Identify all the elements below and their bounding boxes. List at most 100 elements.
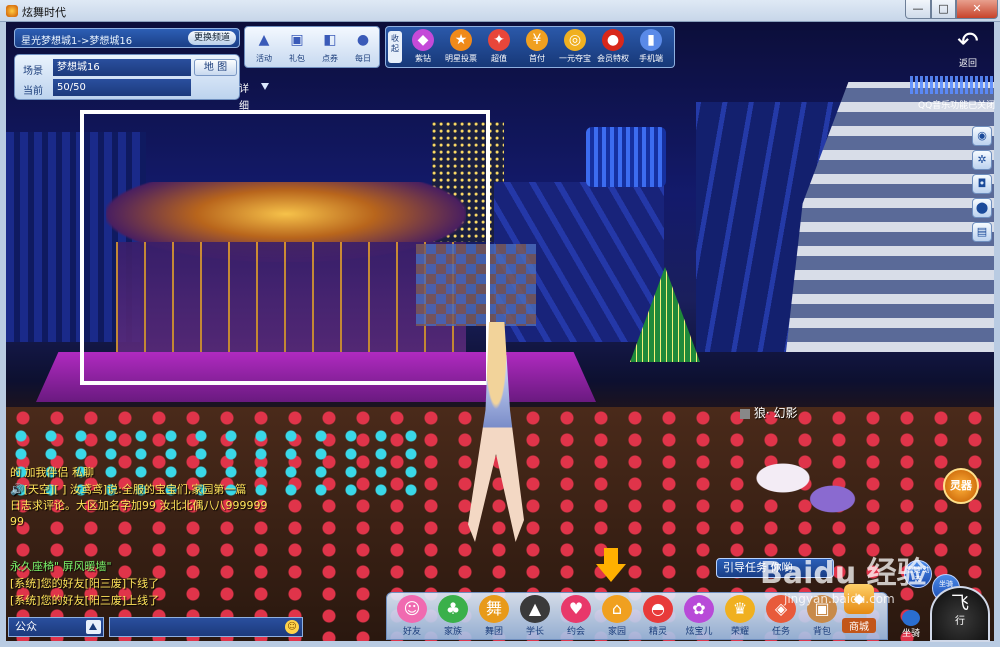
feature-item-6[interactable]: ▮ 手机端: [634, 29, 668, 67]
chat-input-bar: 公众 ☺: [8, 616, 304, 638]
chat-line: 🔊[天空][ ] 汝鸢鸢]说:全服的宝宝们,家园第一篇: [10, 483, 247, 496]
app-logo-icon: [6, 5, 18, 17]
feature-item-label: 紫钻: [415, 54, 431, 63]
menu-item-label: 活动: [256, 54, 272, 63]
qq-vip-icon: ●: [602, 29, 624, 51]
heart-pulse-icon: ♥: [561, 595, 591, 623]
chat-channel-value: 公众: [15, 620, 37, 633]
chat-line: 日志求评论。大区加名字加99 汝北北偶八八999999: [10, 499, 268, 512]
pet-name: 狼· 幻影: [753, 406, 798, 420]
baidu-watermark-url: jingyan.baidu.com: [784, 592, 895, 606]
mount-icon: [902, 610, 920, 626]
window-titlebar: 炫舞时代 — □ ✕: [0, 0, 1000, 22]
feature-item-1[interactable]: ★ 明星投票: [444, 29, 478, 67]
map-button[interactable]: 地 图: [194, 59, 237, 76]
home-house-icon: ⌂: [602, 595, 632, 623]
change-channel-button[interactable]: 更换频道: [187, 31, 236, 45]
feature-item-2[interactable]: ✦ 超值: [482, 29, 516, 67]
wardrobe-icon[interactable]: ◉: [972, 126, 992, 146]
chat-system-line: 永久座椅" 屏风暖墙": [10, 560, 112, 573]
chat-broadcast: 🔊[天空][ ] 汝鸢鸢]说:全服的宝宝们,家园第一篇日志求评论。大区加名字加9…: [10, 482, 300, 530]
fly-button[interactable]: 飞 行: [930, 586, 990, 642]
current-value: 50/50 详细: [53, 79, 269, 112]
chevron-down-icon[interactable]: [261, 83, 269, 90]
menu-item-0[interactable]: ▲ 活动: [247, 29, 281, 67]
notes-document-icon[interactable]: ▤: [972, 222, 992, 242]
scene-info-panel: 场景 梦想城16 地 图 当前 50/50 详细: [14, 54, 269, 112]
chat-system-line: [系统]您的好友[阳三废]上线了: [10, 594, 160, 607]
feature-item-label: 一元夺宝: [559, 54, 591, 63]
location-pin-icon[interactable]: ⬤: [972, 198, 992, 218]
scene-row: 场景 梦想城16 地 图: [19, 59, 237, 77]
guide-arrow-icon: [596, 548, 626, 584]
menu-item-3[interactable]: ● 每日: [346, 29, 380, 67]
route-text: 星光梦想城1->梦想城16: [21, 36, 133, 47]
chat-channel-select[interactable]: 公众: [8, 617, 104, 637]
emoji-icon[interactable]: ☺: [285, 620, 299, 634]
daily-person-icon: ●: [356, 32, 370, 48]
window-title: 炫舞时代: [22, 6, 66, 19]
feature-item-label: 会员特权: [597, 54, 629, 63]
chevron-up-icon[interactable]: [86, 620, 101, 634]
bottom-item-label: 学长: [525, 627, 544, 637]
camera-icon[interactable]: ◘: [972, 174, 992, 194]
bottom-item-1[interactable]: ♣ 家族: [434, 595, 472, 639]
mobile-phone-icon: ▮: [640, 29, 662, 51]
spirit-weapon-button[interactable]: 灵器: [943, 468, 979, 504]
feature-menu: 收起 ◆ 紫钻 ★ 明星投票 ✦ 超值 ¥ 首付 ◎ 一元夺宝 ● 会员特权 ▮ 手机端: [385, 26, 675, 68]
current-count: 50/50: [57, 82, 86, 93]
menu-item-label: 每日: [355, 54, 371, 63]
pokeball-icon: ◓: [643, 595, 673, 623]
feature-item-0[interactable]: ◆ 紫钻: [406, 29, 440, 67]
chat-tabs[interactable]: 的 加我伴侣 私聊: [10, 464, 94, 480]
collapse-menu-button[interactable]: 收起: [388, 31, 402, 63]
value-gift-icon: ✦: [488, 29, 510, 51]
graduation-cap-icon: ▲: [520, 595, 550, 623]
detail-toggle[interactable]: 详细: [239, 81, 249, 115]
bottom-item-2[interactable]: 舞舞团: [475, 595, 513, 639]
bottom-item-7[interactable]: ✿ 炫宝儿: [680, 595, 718, 639]
maximize-button[interactable]: □: [931, 0, 956, 19]
chat-input[interactable]: ☺: [109, 617, 303, 637]
back-button[interactable]: ↶ 返回: [948, 28, 988, 72]
minimize-button[interactable]: —: [905, 0, 931, 19]
bottom-item-4[interactable]: ♥ 约会: [557, 595, 595, 639]
feature-item-4[interactable]: ◎ 一元夺宝: [558, 29, 592, 67]
bottom-item-6[interactable]: ◓ 精灵: [639, 595, 677, 639]
paw-print-icon: ✿: [684, 595, 714, 623]
baidu-watermark: Baidu 经验: [760, 556, 927, 591]
feature-item-label: 超值: [491, 54, 507, 63]
menu-item-2[interactable]: ◧ 点券: [313, 29, 347, 67]
mount-button[interactable]: 坐骑: [898, 610, 924, 640]
bottom-item-label: 好友: [402, 627, 421, 637]
bottom-item-0[interactable]: ☺ 好友: [393, 595, 431, 639]
back-label: 返回: [958, 59, 977, 69]
ticket-icon: ◧: [323, 32, 337, 48]
return-arrow-icon: ↶: [957, 27, 979, 57]
building-top-screen: [586, 127, 666, 187]
feature-item-label: 明星投票: [445, 54, 477, 63]
music-equalizer[interactable]: [910, 76, 994, 94]
bottom-item-label: 家园: [607, 627, 626, 637]
family-people-icon: ♣: [438, 595, 468, 623]
activity-menu: ▲ 活动 ▣ 礼包 ◧ 点券 ● 每日: [244, 26, 380, 68]
bottom-item-5[interactable]: ⌂ 家园: [598, 595, 636, 639]
close-button[interactable]: ✕: [956, 0, 998, 19]
settings-gear-icon[interactable]: ✲: [972, 150, 992, 170]
bottom-item-3[interactable]: ▲ 学长: [516, 595, 554, 639]
censored-name-prefix: [740, 408, 750, 419]
menu-item-label: 点券: [322, 54, 338, 63]
bottom-item-8[interactable]: ♛ 荣耀: [721, 595, 759, 639]
scene-value: 梦想城16: [53, 59, 191, 76]
feature-item-3[interactable]: ¥ 首付: [520, 29, 554, 67]
pet-creature[interactable]: [750, 450, 860, 520]
feature-item-5[interactable]: ● 会员特权: [596, 29, 630, 67]
dance-troupe-icon: 舞: [479, 595, 509, 623]
menu-item-1[interactable]: ▣ 礼包: [280, 29, 314, 67]
first-pay-icon: ¥: [526, 29, 548, 51]
chat-system-messages: 永久座椅" 屏风暖墙" [系统]您的好友[阳三废]下线了 [系统]您的好友[阳三废]…: [10, 558, 300, 609]
bottom-item-label: 荣耀: [730, 627, 749, 637]
bottom-item-label: 任务: [771, 627, 790, 637]
bottom-item-label: 背包: [812, 627, 831, 637]
scene-label: 场景: [23, 66, 43, 77]
